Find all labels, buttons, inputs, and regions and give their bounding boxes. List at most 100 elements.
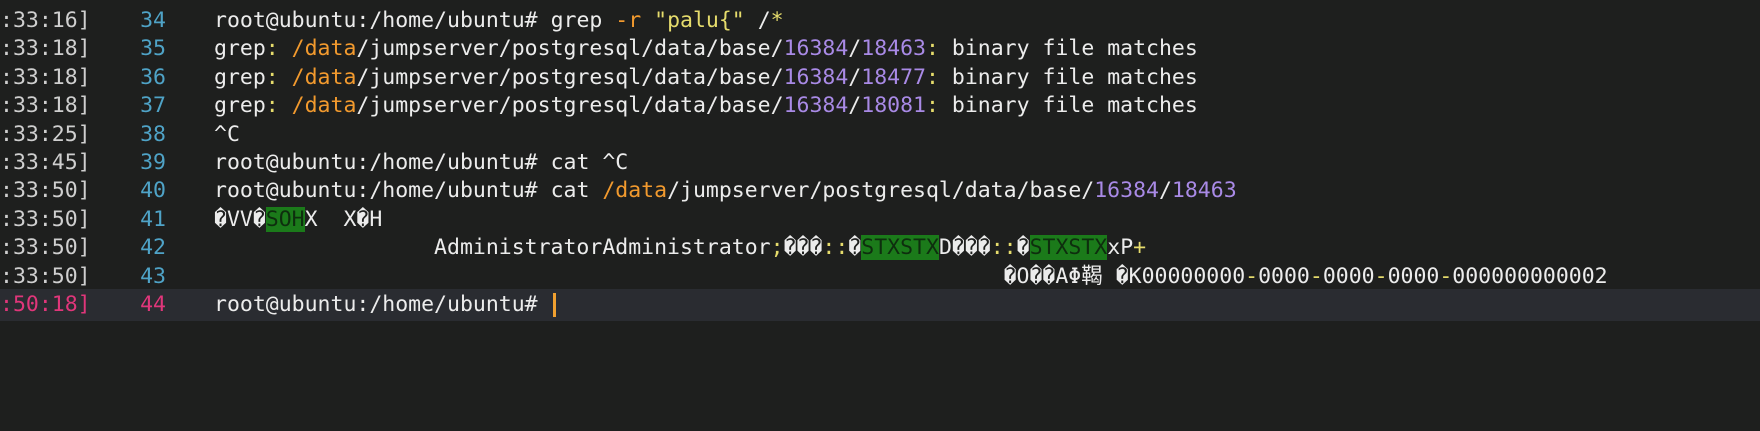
terminal-line: :33:50] 40 root@ubuntu:/home/ubuntu# cat /… — [0, 175, 1760, 207]
text-segment: root@ubuntu — [214, 178, 357, 204]
line-number: 35 — [140, 36, 166, 62]
text-segment: "palu{" — [654, 8, 745, 33]
terminal-line: :33:50] 42 AdministratorAdministrator;���… — [0, 232, 1760, 264]
text-cursor[interactable] — [552, 293, 556, 317]
text-segment: 16384 — [1094, 178, 1159, 204]
text-segment: ��� — [783, 235, 823, 261]
text-segment: :/home/ubuntu# — [356, 8, 551, 33]
terminal-line: :33:18] 35 grep: /data/jumpserver/postgres… — [0, 33, 1760, 65]
line-number: 43 — [140, 263, 166, 289]
terminal-line: :33:25] 38 ^C — [0, 119, 1760, 151]
line-timestamp: :33:18] — [0, 36, 91, 62]
line-content: ^C — [214, 119, 240, 151]
line-timestamp: :33:16] — [0, 8, 91, 33]
text-segment: grep — [550, 8, 616, 33]
terminal-line: :33:18] 37 grep: /data/jumpserver/postgres… — [0, 90, 1760, 122]
text-segment: / — [848, 64, 862, 90]
text-segment: / — [744, 8, 771, 33]
text-segment: grep — [214, 36, 266, 62]
line-content: root@ubuntu:/home/ubuntu# cat /data/jump… — [214, 175, 1237, 207]
text-segment: : — [265, 64, 292, 90]
control-char-badge: STX — [1029, 235, 1069, 261]
line-timestamp: :33:50] — [0, 206, 91, 232]
line-timestamp: :33:50] — [0, 178, 91, 204]
line-content: root@ubuntu:/home/ubuntu# grep -r "palu{… — [214, 5, 784, 37]
text-segment: 16384 — [783, 64, 849, 90]
text-segment: - — [1309, 263, 1323, 289]
text-segment: :/home/ubuntu# — [356, 178, 551, 204]
text-segment: + — [1133, 235, 1147, 261]
text-segment: D��� — [938, 235, 991, 261]
line-content: AdministratorAdministrator;���::�STXSTXD… — [214, 232, 1146, 264]
line-number: 37 — [140, 93, 166, 119]
line-timestamp: :33:25] — [0, 121, 91, 147]
line-number: 40 — [140, 178, 166, 204]
text-segment: binary file matches — [951, 36, 1198, 62]
text-segment: xP — [1107, 235, 1134, 261]
text-segment: /jumpserver/postgresql/data/base/ — [356, 64, 784, 90]
text-segment: / — [848, 93, 862, 119]
control-char-badge: STX — [861, 235, 901, 261]
terminal-line: :33:50] 41 �VV�SOHX X�H — [0, 204, 1760, 236]
terminal-line: :33:16] 34 root@ubuntu:/home/ubuntu# grep … — [0, 5, 1760, 37]
text-segment: � — [1016, 235, 1030, 261]
text-segment: : — [925, 36, 952, 62]
text-segment: :/home/ubuntu# — [356, 292, 551, 317]
text-segment: /data — [291, 93, 357, 119]
text-segment: �O��AΦ鞨 �K00000000 — [214, 263, 1246, 289]
text-segment: 18477 — [861, 64, 926, 90]
line-content: grep: /data/jumpserver/postgresql/data/b… — [214, 33, 1198, 65]
control-char-badge: STX — [900, 235, 939, 261]
text-segment: -r — [615, 8, 655, 33]
text-segment: :/home/ubuntu# — [356, 150, 551, 175]
text-segment: 18081 — [861, 93, 926, 119]
text-segment: * — [770, 8, 784, 33]
text-segment: grep — [214, 64, 266, 90]
line-number: 44 — [140, 292, 166, 317]
line-number: 36 — [140, 64, 166, 90]
text-segment: :: — [822, 235, 849, 261]
text-segment: 16384 — [783, 36, 849, 62]
text-segment: 0000 — [1322, 263, 1375, 289]
line-timestamp: :33:45] — [0, 150, 91, 175]
text-segment: binary file matches — [951, 64, 1198, 90]
control-char-badge: STX — [1068, 235, 1108, 261]
terminal-window[interactable]: :33:16] 34 root@ubuntu:/home/ubuntu# grep … — [0, 0, 1760, 431]
text-segment: ^C — [214, 121, 240, 147]
line-number: 39 — [140, 150, 166, 175]
text-segment: / — [848, 36, 862, 62]
text-segment: X X�H — [304, 206, 383, 232]
text-segment: /jumpserver/postgresql/data/base/ — [356, 93, 784, 119]
line-timestamp: :33:50] — [0, 263, 91, 289]
text-segment: 18463 — [861, 36, 926, 62]
text-segment: AdministratorAdministrator — [214, 235, 771, 261]
text-segment: /jumpserver/postgresql/data/base/ — [356, 36, 784, 62]
line-timestamp: :33:18] — [0, 93, 91, 119]
control-char-badge: SOH — [265, 206, 305, 232]
text-segment: binary file matches — [951, 93, 1198, 119]
line-number: 41 — [140, 206, 166, 232]
text-segment: : — [265, 93, 292, 119]
line-content: grep: /data/jumpserver/postgresql/data/b… — [214, 62, 1198, 94]
text-segment: /jumpserver/postgresql/data/base/ — [667, 178, 1095, 204]
text-segment: 0000 — [1258, 263, 1310, 289]
text-segment: ; — [770, 235, 784, 261]
text-segment: cat ^C — [550, 150, 629, 175]
line-content: root@ubuntu:/home/ubuntu# — [214, 289, 556, 321]
line-content: root@ubuntu:/home/ubuntu# cat ^C — [214, 147, 628, 179]
text-segment: - — [1245, 263, 1259, 289]
text-segment: - — [1374, 263, 1388, 289]
text-segment: 000000000002 — [1452, 263, 1608, 289]
line-timestamp: :33:50] — [0, 235, 91, 261]
text-segment: : — [925, 93, 952, 119]
line-number: 42 — [140, 235, 166, 261]
text-segment: : — [925, 64, 952, 90]
text-segment: / — [1158, 178, 1172, 204]
text-segment: 0000 — [1387, 263, 1440, 289]
text-segment: root@ubuntu — [214, 292, 357, 317]
line-content: �VV�SOHX X�H — [214, 204, 382, 236]
text-segment: - — [1439, 263, 1453, 289]
line-timestamp: :33:18] — [0, 64, 91, 90]
terminal-line: :33:50] 43 �O��AΦ鞨 �K00000000-0000-0000-0… — [0, 261, 1760, 293]
terminal-line: :50:18] 44 root@ubuntu:/home/ubuntu# — [0, 289, 1760, 321]
